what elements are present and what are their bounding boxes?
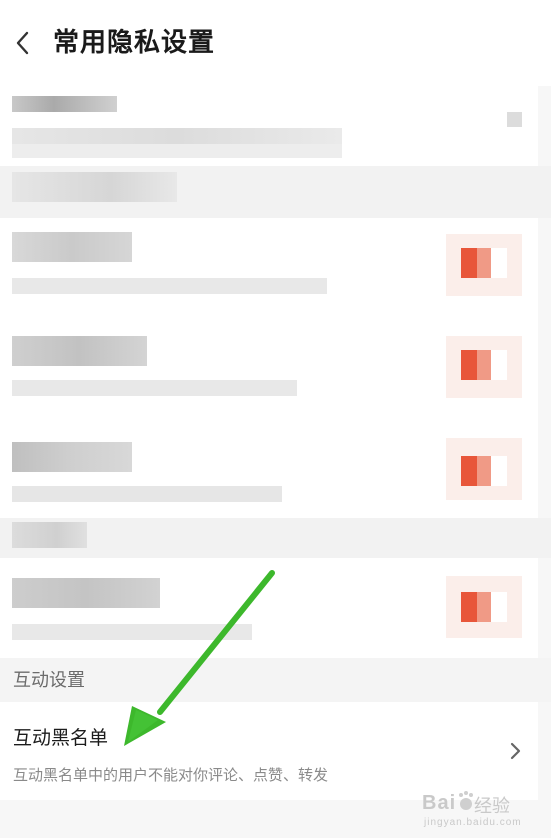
obscured-description — [12, 278, 327, 294]
toggle-switch[interactable] — [446, 234, 522, 296]
blacklist-description: 互动黑名单中的用户不能对你评论、点赞、转发 — [13, 766, 329, 784]
header-bar: 常用隐私设置 — [0, 0, 551, 86]
obscured-description — [12, 144, 342, 158]
page-title: 常用隐私设置 — [53, 28, 216, 58]
privacy-item[interactable] — [0, 86, 538, 166]
watermark-url: jingyan.baidu.com — [424, 817, 522, 828]
paw-icon — [459, 791, 473, 810]
obscured-label — [12, 336, 147, 366]
baidu-watermark: Bai 经验 jingyan.baidu.com — [422, 786, 547, 834]
obscured-label — [12, 578, 160, 608]
watermark-brand: Bai — [422, 792, 457, 814]
blacklist-label: 互动黑名单 — [13, 727, 109, 749]
toggle-switch[interactable] — [446, 336, 522, 398]
obscured-note — [12, 522, 87, 548]
privacy-item[interactable] — [0, 316, 538, 422]
chevron-right-icon[interactable] — [508, 740, 522, 762]
obscured-note — [12, 172, 177, 202]
toggle-switch[interactable] — [446, 576, 522, 638]
watermark-sub: 经验 — [474, 796, 510, 816]
obscured-description — [12, 624, 252, 640]
chevron-left-icon[interactable] — [14, 30, 32, 56]
privacy-item[interactable] — [0, 218, 538, 316]
obscured-description — [12, 128, 342, 144]
obscured-description — [12, 486, 282, 502]
item-note — [0, 518, 551, 558]
obscured-label — [12, 442, 132, 472]
privacy-item[interactable] — [0, 422, 538, 518]
obscured-label — [12, 232, 132, 262]
section-title: 互动设置 — [13, 670, 85, 691]
obscured-indicator — [507, 112, 522, 127]
privacy-item[interactable] — [0, 558, 538, 658]
obscured-label — [12, 96, 117, 112]
toggle-switch[interactable] — [446, 438, 522, 500]
item-note — [0, 166, 551, 218]
obscured-description — [12, 380, 297, 396]
